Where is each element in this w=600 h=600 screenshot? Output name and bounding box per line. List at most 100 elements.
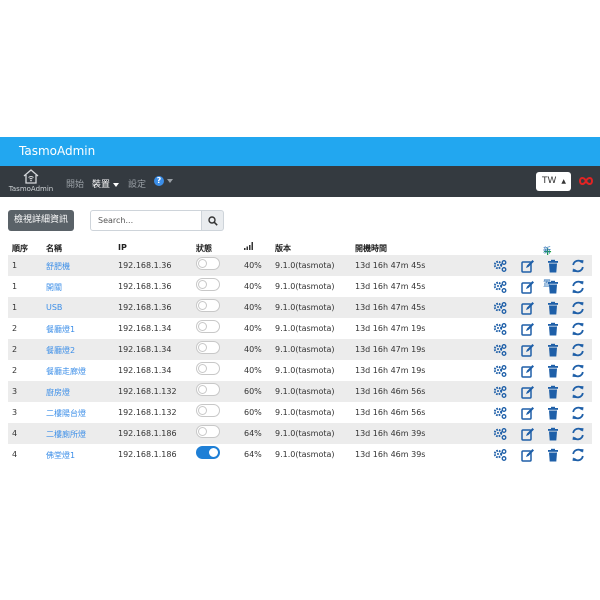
gears-icon[interactable] <box>493 322 507 336</box>
table-row: 1 USB 192.168.1.36 40% 9.1.0(tasmota) 13d 16h… <box>8 297 592 318</box>
device-ip: 192.168.1.132 <box>118 387 177 396</box>
device-name-link[interactable]: 二樓廁所燈 <box>46 429 86 440</box>
trash-icon[interactable] <box>546 301 560 315</box>
device-name-link[interactable]: 廚房燈 <box>46 387 70 398</box>
refresh-icon[interactable] <box>571 322 585 336</box>
header-status: 狀態 <box>196 244 212 253</box>
logo[interactable]: TasmoAdmin <box>8 168 54 196</box>
edit-icon[interactable] <box>521 259 535 273</box>
device-name-link[interactable]: 餐廳走廊燈 <box>46 366 86 377</box>
edit-icon[interactable] <box>521 448 535 462</box>
device-uptime: 13d 16h 47m 19s <box>355 324 426 333</box>
nav-start[interactable]: 開始 <box>66 177 84 190</box>
device-signal: 60% <box>244 387 262 396</box>
refresh-icon[interactable] <box>571 385 585 399</box>
edit-icon[interactable] <box>521 322 535 336</box>
refresh-icon[interactable] <box>571 427 585 441</box>
trash-icon[interactable] <box>546 364 560 378</box>
select-arrows-icon: ▲ <box>561 178 566 185</box>
trash-icon[interactable] <box>546 322 560 336</box>
power-toggle[interactable] <box>196 383 220 396</box>
toggle-knob <box>198 406 207 415</box>
edit-icon[interactable] <box>521 301 535 315</box>
device-version: 9.1.0(tasmota) <box>275 282 335 291</box>
logo-text: TasmoAdmin <box>8 185 54 193</box>
device-name-link[interactable]: 佛堂燈1 <box>46 450 75 461</box>
device-name-link[interactable]: 餐廳燈2 <box>46 345 75 356</box>
trash-icon[interactable] <box>546 259 560 273</box>
edit-icon[interactable] <box>521 427 535 441</box>
device-version: 9.1.0(tasmota) <box>275 366 335 375</box>
device-ip: 192.168.1.36 <box>118 303 172 312</box>
gears-icon[interactable] <box>493 427 507 441</box>
device-signal: 40% <box>244 324 262 333</box>
power-toggle[interactable] <box>196 362 220 375</box>
trash-icon[interactable] <box>546 406 560 420</box>
device-name-link[interactable]: 餐廳燈1 <box>46 324 75 335</box>
trash-icon[interactable] <box>546 448 560 462</box>
refresh-icon[interactable] <box>571 448 585 462</box>
refresh-icon[interactable] <box>571 301 585 315</box>
toggle-knob <box>198 364 207 373</box>
device-name-link[interactable]: 開關 <box>46 282 62 293</box>
gears-icon[interactable] <box>493 385 507 399</box>
refresh-icon[interactable] <box>571 364 585 378</box>
power-toggle[interactable] <box>196 278 220 291</box>
home-wifi-icon <box>23 169 39 184</box>
edit-icon[interactable] <box>521 343 535 357</box>
refresh-icon[interactable] <box>571 343 585 357</box>
view-details-button[interactable]: 檢視詳細資訊 <box>8 210 74 231</box>
row-order: 3 <box>12 387 18 396</box>
device-uptime: 13d 16h 47m 19s <box>355 345 426 354</box>
nav-settings[interactable]: 設定 <box>128 177 146 190</box>
trash-icon[interactable] <box>546 427 560 441</box>
power-toggle[interactable] <box>196 446 220 459</box>
edit-icon[interactable] <box>521 280 535 294</box>
nav-devices-label: 裝置 <box>92 180 111 190</box>
device-signal: 64% <box>244 429 262 438</box>
edit-icon[interactable] <box>521 385 535 399</box>
toggle-knob <box>198 343 207 352</box>
device-name-link[interactable]: USB <box>46 303 62 312</box>
search-input[interactable]: Search... <box>90 210 202 231</box>
edit-icon[interactable] <box>521 406 535 420</box>
power-toggle[interactable] <box>196 425 220 438</box>
device-name-link[interactable]: 舒肥機 <box>46 261 70 272</box>
gears-icon[interactable] <box>493 343 507 357</box>
language-select[interactable]: TW ▲ <box>536 172 571 191</box>
gears-icon[interactable] <box>493 259 507 273</box>
power-toggle[interactable] <box>196 341 220 354</box>
refresh-icon[interactable] <box>571 259 585 273</box>
device-version: 9.1.0(tasmota) <box>275 324 335 333</box>
power-toggle[interactable] <box>196 404 220 417</box>
nav-devices[interactable]: 裝置 <box>92 177 120 190</box>
trash-icon[interactable] <box>546 385 560 399</box>
infinity-icon[interactable] <box>579 176 593 186</box>
device-version: 9.1.0(tasmota) <box>275 429 335 438</box>
nav-help[interactable]: ? <box>154 176 173 187</box>
gears-icon[interactable] <box>493 280 507 294</box>
power-toggle[interactable] <box>196 257 220 270</box>
gears-icon[interactable] <box>493 364 507 378</box>
power-toggle[interactable] <box>196 299 220 312</box>
power-toggle[interactable] <box>196 320 220 333</box>
device-signal: 40% <box>244 282 262 291</box>
refresh-icon[interactable] <box>571 406 585 420</box>
device-signal: 40% <box>244 303 262 312</box>
row-order: 2 <box>12 324 18 333</box>
help-icon: ? <box>154 176 164 186</box>
device-name-link[interactable]: 二樓陽台燈 <box>46 408 86 419</box>
gears-icon[interactable] <box>493 301 507 315</box>
search-button[interactable] <box>202 210 224 231</box>
trash-icon[interactable] <box>546 343 560 357</box>
row-order: 1 <box>12 261 18 270</box>
device-uptime: 13d 16h 47m 45s <box>355 303 426 312</box>
edit-icon[interactable] <box>521 364 535 378</box>
gears-icon[interactable] <box>493 406 507 420</box>
device-ip: 192.168.1.132 <box>118 408 177 417</box>
gears-icon[interactable] <box>493 448 507 462</box>
table-row: 1 開關 192.168.1.36 40% 9.1.0(tasmota) 13d 16h … <box>8 276 592 297</box>
refresh-icon[interactable] <box>571 280 585 294</box>
trash-icon[interactable] <box>546 280 560 294</box>
top-header: TasmoAdmin <box>0 137 600 166</box>
